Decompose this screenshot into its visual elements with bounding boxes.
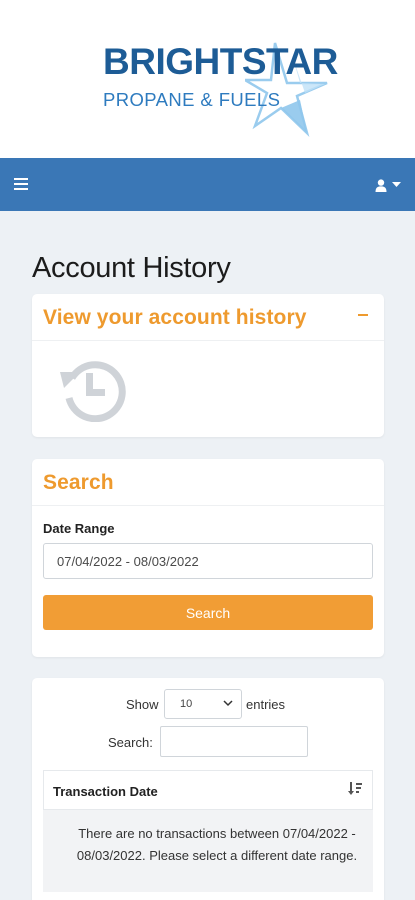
search-card: Search Date Range Search [32, 459, 384, 657]
column-header-label: Transaction Date [53, 784, 158, 799]
entries-select[interactable]: 10 [164, 689, 242, 719]
page-title: Account History [32, 252, 231, 284]
card-header: View your account history [32, 294, 384, 341]
hamburger-icon[interactable] [14, 178, 28, 190]
date-range-input[interactable] [43, 543, 373, 579]
empty-message: There are no transactions between 07/04/… [76, 826, 358, 863]
logo-name: BRIGHTSTAR [103, 41, 338, 82]
user-icon [375, 178, 387, 192]
sort-amount-down-icon[interactable] [348, 782, 362, 796]
card-title: View your account history [43, 306, 307, 329]
entries-select-value: 10 [180, 698, 193, 710]
account-history-card: View your account history [32, 294, 384, 437]
table-search-label: Search: [108, 735, 153, 750]
brightstar-logo[interactable]: BRIGHTSTAR PROPANE & FUELS [95, 38, 338, 138]
user-menu-button[interactable] [375, 175, 401, 195]
card-title: Search [43, 471, 114, 494]
minus-icon[interactable] [358, 314, 368, 316]
caret-down-icon [392, 182, 401, 187]
column-header-transaction-date[interactable]: Transaction Date [43, 770, 373, 810]
history-icon [60, 361, 126, 422]
search-button[interactable]: Search [43, 595, 373, 630]
chevron-down-icon [223, 700, 233, 707]
show-label: Show [126, 697, 159, 712]
table-empty-row: There are no transactions between 07/04/… [43, 810, 373, 892]
table-search-input[interactable] [160, 726, 308, 757]
top-navbar [0, 158, 415, 211]
entries-label: entries [246, 697, 286, 712]
card-header: Search [32, 459, 384, 506]
transactions-card: Show 10 entries Search: Transaction Date… [32, 678, 384, 900]
date-range-label: Date Range [43, 521, 115, 536]
brand-header: BRIGHTSTAR PROPANE & FUELS [0, 0, 415, 158]
logo-tagline: PROPANE & FUELS [103, 89, 281, 110]
